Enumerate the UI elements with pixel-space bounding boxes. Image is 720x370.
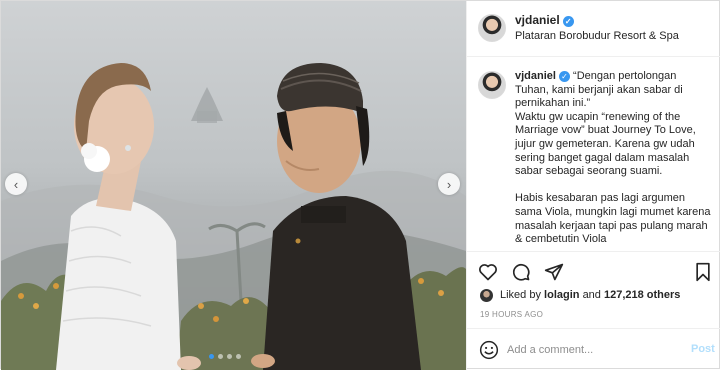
post-photo[interactable]: ‹ ›: [1, 1, 466, 370]
username-text[interactable]: vjdaniel: [515, 13, 560, 27]
caption-paragraph-1: vjdaniel ✓ “Dengan pertolongan Tuhan, kam…: [515, 70, 713, 179]
chevron-left-icon: ‹: [13, 176, 19, 192]
likes-summary[interactable]: Liked by lolagin and 127,218 others: [480, 288, 680, 302]
caption-text: vjdaniel ✓ “Dengan pertolongan Tuhan, kam…: [515, 70, 713, 251]
caption-avatar[interactable]: [478, 71, 506, 99]
post-sidebar: vjdaniel ✓ Plataran Borobudur Resort & Sp…: [466, 1, 720, 370]
smiley-icon[interactable]: [479, 340, 499, 360]
carousel-dot: [218, 354, 223, 359]
comment-input[interactable]: [507, 341, 677, 359]
post-timestamp[interactable]: 19 HOURS AGO: [480, 310, 543, 319]
location-link[interactable]: Plataran Borobudur Resort & Spa: [515, 30, 679, 42]
carousel-indicator: [209, 354, 241, 359]
carousel-dot: [227, 354, 232, 359]
caption-username[interactable]: vjdaniel: [515, 70, 556, 82]
wedding-photo-illustration: [1, 63, 466, 370]
caption-paragraph-2: Habis kesabaran pas lagi argumen sama Vi…: [515, 192, 713, 246]
avatar[interactable]: [478, 14, 506, 42]
likes-connector: and: [582, 289, 601, 301]
action-bar: [467, 251, 720, 289]
likes-prefix: Liked by: [500, 289, 541, 301]
liked-by-user[interactable]: lolagin: [544, 289, 579, 301]
header-username[interactable]: vjdaniel ✓: [515, 13, 574, 27]
post-header: vjdaniel ✓ Plataran Borobudur Resort & Sp…: [467, 1, 720, 57]
instagram-post: ‹ › vjdaniel ✓ Plataran Borobudur Resort …: [0, 0, 720, 370]
paper-plane-icon[interactable]: [544, 262, 564, 282]
post-comment-button[interactable]: Post: [691, 343, 715, 355]
chevron-right-icon: ›: [446, 176, 452, 192]
bookmark-icon[interactable]: [693, 262, 713, 282]
carousel-next-button[interactable]: ›: [438, 173, 460, 195]
comment-bubble-icon[interactable]: [511, 262, 531, 282]
carousel-prev-button[interactable]: ‹: [5, 173, 27, 195]
caption-area: vjdaniel ✓ “Dengan pertolongan Tuhan, kam…: [467, 58, 720, 251]
verified-badge-icon: ✓: [558, 71, 570, 82]
carousel-dot: [209, 354, 214, 359]
carousel-dot: [236, 354, 241, 359]
comment-composer: Post: [467, 328, 720, 370]
heart-icon[interactable]: [478, 262, 498, 282]
verified-badge-icon: ✓: [562, 16, 574, 27]
avatar: [480, 288, 493, 302]
caption-line: Waktu gw ucapin “renewing of the Marriag…: [515, 110, 696, 178]
caption-line: Habis kesabaran pas lagi argumen sama Vi…: [515, 192, 711, 246]
likes-count[interactable]: 127,218 others: [604, 289, 680, 301]
